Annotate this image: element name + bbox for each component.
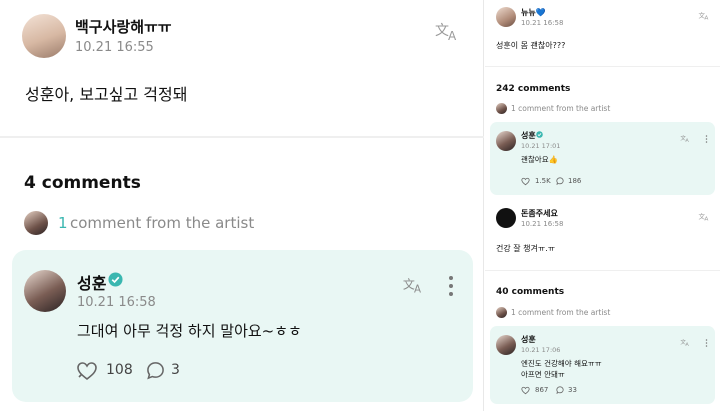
more-icon[interactable] [447,275,455,297]
artist-avatar[interactable] [496,131,516,151]
comment-timestamp: 10.21 17:01 [521,142,561,150]
post-header: 뉴뉴💙 10.21 16:58 文 A [496,7,711,31]
artist-name[interactable]: 성훈 [77,270,106,294]
heart-icon[interactable] [521,177,530,186]
comments-count: 40 comments [496,287,565,297]
translate-icon[interactable]: 文 A [680,134,691,143]
reply-count: 186 [568,177,582,185]
translate-icon[interactable]: 文 A [698,211,711,222]
divider [485,66,720,67]
like-count: 1.5K [535,177,551,185]
user-avatar[interactable] [496,208,516,228]
like-count: 108 [106,362,133,378]
reply-count: 3 [171,362,180,378]
artist-comment-card: 성훈 10.21 17:01 괜찮아요👍 文 A 1.5K 186 [490,122,715,195]
artist-name[interactable]: 성훈 [521,334,536,345]
translate-icon[interactable]: 文 A [680,338,691,347]
reply-icon[interactable] [556,177,564,185]
artist-comment-label: 1 comment from the artist [511,308,611,317]
post-header: 돈좀주세요 10.21 16:58 文 A [496,208,711,232]
heart-icon[interactable] [76,360,98,382]
comment-text: 엔진도 건강해야 해요ㅠㅠ 아프면 안돼ㅠ [521,358,602,380]
comment-timestamp: 10.21 16:58 [77,295,156,310]
more-icon[interactable] [705,134,708,144]
more-icon[interactable] [705,338,708,348]
comment-text-line: 아프면 안돼ㅠ [521,370,565,379]
artist-comment-card: 성훈 10.21 17:06 엔진도 건강해야 해요ㅠㅠ 아프면 안돼ㅠ 文 A… [490,326,715,404]
like-count: 867 [535,386,549,394]
svg-text:文: 文 [403,276,415,291]
post-header: 백구사랑해ㅠㅠ 10.21 16:55 文 A [22,14,462,60]
svg-text:A: A [448,29,457,42]
reply-count: 33 [568,386,577,394]
left-panel: 백구사랑해ㅠㅠ 10.21 16:55 文 A 성훈아, 보고싶고 걱정돼 4 … [0,0,484,411]
user-avatar[interactable] [496,7,516,27]
svg-text:A: A [705,16,709,21]
user-avatar[interactable] [22,14,66,58]
artist-name[interactable]: 성훈 [521,130,536,141]
post-timestamp: 10.21 16:58 [521,220,564,228]
comment-text: 괜찮아요👍 [521,155,558,164]
heart-icon[interactable] [521,386,530,395]
comment-timestamp: 10.21 17:06 [521,346,561,354]
post-timestamp: 10.21 16:55 [75,40,154,55]
divider [0,136,484,138]
svg-text:A: A [686,342,690,347]
comments-count: 4 comments [24,173,141,193]
post-body: 성훈아, 보고싶고 걱정돼 [25,85,188,104]
comment-text-line: 엔진도 건강해야 해요ㅠㅠ [521,359,602,368]
svg-text:A: A [686,138,690,143]
artist-avatar-small [496,307,507,318]
right-panel: 뉴뉴💙 10.21 16:58 文 A 성훈이 몸 괜찮아??? 242 com… [485,0,720,411]
artist-avatar[interactable] [496,335,516,355]
translate-icon[interactable]: 文 A [698,10,711,21]
post-username[interactable]: 뉴뉴💙 [521,7,546,18]
artist-avatar-small [496,103,507,114]
svg-text:A: A [414,284,421,295]
comments-count: 242 comments [496,84,571,94]
artist-comment-card: 성훈 10.21 16:58 그대여 아무 걱정 하지 말아요~ㅎㅎ 文 A 1… [12,250,473,402]
artist-avatar-small [24,211,48,235]
post-body: 성훈이 몸 괜찮아??? [496,41,566,50]
artist-comment-label: 1 comment from the artist [511,104,611,113]
artist-comment-label: comment from the artist [70,214,255,232]
translate-icon[interactable]: 文 A [434,20,462,42]
artist-avatar[interactable] [24,270,66,312]
verified-icon [536,131,543,138]
translate-icon[interactable]: 文 A [402,275,426,295]
reply-icon[interactable] [146,361,165,380]
artist-comment-count: 1 [58,214,68,232]
post-body: 건강 잘 챙겨ㅠ.ㅠ [496,244,556,253]
comment-text: 그대여 아무 걱정 하지 말아요~ㅎㅎ [77,322,302,340]
divider [485,270,720,271]
reply-icon[interactable] [556,386,564,394]
post-timestamp: 10.21 16:58 [521,19,564,27]
svg-text:A: A [705,217,709,222]
post-username[interactable]: 백구사랑해ㅠㅠ [75,16,172,37]
svg-text:文: 文 [435,23,449,39]
post-username[interactable]: 돈좀주세요 [521,208,558,219]
verified-icon [108,272,123,287]
